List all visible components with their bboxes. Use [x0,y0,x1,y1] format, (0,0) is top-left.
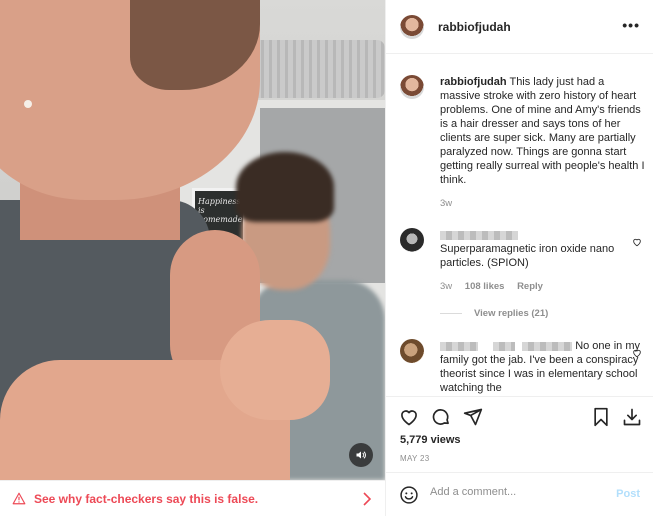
comments-list[interactable]: rabbiofjudah This lady just had a massiv… [386,55,653,395]
caption-item: rabbiofjudah This lady just had a massiv… [400,75,646,225]
author-username[interactable]: rabbiofjudah [438,20,511,34]
fact-check-bar[interactable]: See why fact-checkers say this is false. [0,480,385,516]
post-side-panel: rabbiofjudah ••• rabbiofjudah This lady … [385,0,653,516]
caption-time[interactable]: 3w [440,198,452,209]
redacted-username [522,341,573,351]
fact-check-link[interactable]: See why fact-checkers say this is false. [34,492,258,506]
video-person-boy-hair [236,152,334,222]
comment-text: Superparamagnetic iron oxide nano partic… [440,228,646,270]
caption-text: rabbiofjudah This lady just had a massiv… [440,75,646,187]
reply-button[interactable]: Reply [517,281,543,292]
heart-icon[interactable] [632,348,642,358]
avatar[interactable] [400,14,424,39]
add-comment-input[interactable] [430,486,600,498]
video-person-woman-hand [220,320,330,420]
view-count[interactable]: 5,779 views [400,434,461,446]
caption-body: This lady just had a massive stroke with… [440,76,645,186]
post-button[interactable]: Post [616,488,640,500]
warning-triangle-icon [12,492,26,505]
avatar[interactable] [400,75,424,99]
comment-text: No one in my family got the jab. I've be… [440,339,646,395]
speaker-icon[interactable] [349,443,373,467]
caption-meta: 3w [440,198,462,209]
comment-likes[interactable]: 108 likes [465,281,505,292]
heart-icon[interactable] [399,407,419,427]
smiley-icon[interactable] [399,485,419,505]
post-video[interactable]: Happiness is homemade [0,0,385,480]
redacted-username [440,341,478,351]
more-options-icon[interactable]: ••• [622,18,640,32]
avatar[interactable] [400,339,424,363]
post-date[interactable]: MAY 23 [400,454,430,463]
caption-username[interactable]: rabbiofjudah [440,76,507,88]
comment-time[interactable]: 3w [440,281,452,292]
view-replies-button[interactable]: View replies (21) [440,308,548,319]
heart-icon[interactable] [632,237,642,247]
redacted-username [493,341,516,351]
chevron-right-icon[interactable] [363,492,371,506]
paper-plane-icon[interactable] [463,407,483,427]
list-item: No one in my family got the jab. I've be… [400,339,646,395]
video-earring [24,100,32,108]
add-comment-bar: Post [386,472,653,516]
avatar[interactable] [400,228,424,252]
download-icon[interactable] [622,407,642,427]
list-item: Superparamagnetic iron oxide nano partic… [400,228,646,328]
post-header: rabbiofjudah ••• [386,0,653,54]
comment-bubble-icon[interactable] [431,407,451,427]
redacted-username [440,230,518,240]
comment-body: Superparamagnetic iron oxide nano partic… [440,243,615,269]
post-actions: 5,779 views MAY 23 [386,396,653,472]
comment-meta: 3w 108 likes Reply [440,281,553,292]
bookmark-icon[interactable] [592,407,610,427]
